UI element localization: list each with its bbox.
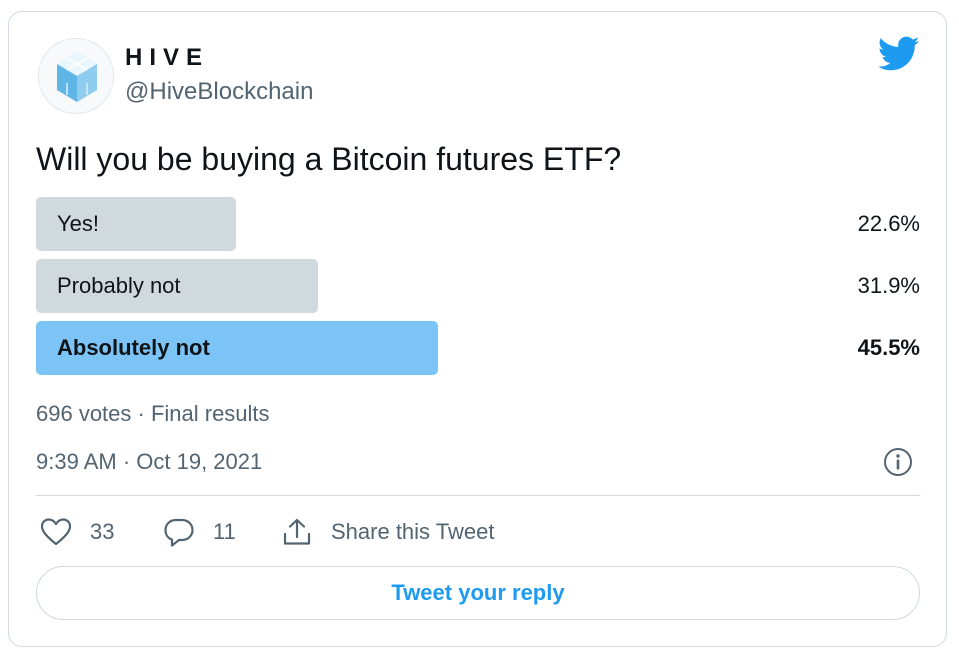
poll-option-percent: 31.9% <box>857 273 920 298</box>
poll-option-percent: 22.6% <box>857 211 920 236</box>
poll-question: Will you be buying a Bitcoin futures ETF… <box>36 141 622 177</box>
share-label: Share this Tweet <box>331 519 495 544</box>
reply-count: 11 <box>213 519 236 544</box>
poll-summary: 696 votes · Final results <box>36 401 270 426</box>
like-count: 33 <box>90 519 115 544</box>
divider <box>36 495 920 496</box>
poll-option: Yes! 22.6% <box>36 197 920 251</box>
poll-option-label: Probably not <box>57 273 181 298</box>
reply-action-button[interactable]: 11 <box>163 514 236 550</box>
poll-option: Absolutely not 45.5% <box>36 321 920 375</box>
user-handle[interactable]: @HiveBlockchain <box>125 78 313 106</box>
poll-option-label: Yes! <box>57 211 100 236</box>
like-button[interactable]: 33 <box>40 514 114 550</box>
display-name[interactable]: HIVE <box>125 44 209 72</box>
poll-option: Probably not 31.9% <box>36 259 920 313</box>
share-button[interactable]: Share this Tweet <box>281 514 494 550</box>
tweet-timestamp[interactable]: 9:39 AM · Oct 19, 2021 <box>36 448 262 476</box>
hive-cube-logo-icon <box>57 52 97 102</box>
twitter-bird-icon[interactable] <box>877 36 920 72</box>
share-icon <box>283 518 311 545</box>
info-icon[interactable] <box>883 447 913 477</box>
tweet-your-reply-button[interactable]: Tweet your reply <box>36 566 920 620</box>
avatar[interactable] <box>38 38 114 114</box>
heart-icon <box>40 518 72 546</box>
poll-option-percent: 45.5% <box>857 335 920 360</box>
poll-option-label: Absolutely not <box>57 335 210 360</box>
reply-bubble-icon <box>164 518 194 547</box>
